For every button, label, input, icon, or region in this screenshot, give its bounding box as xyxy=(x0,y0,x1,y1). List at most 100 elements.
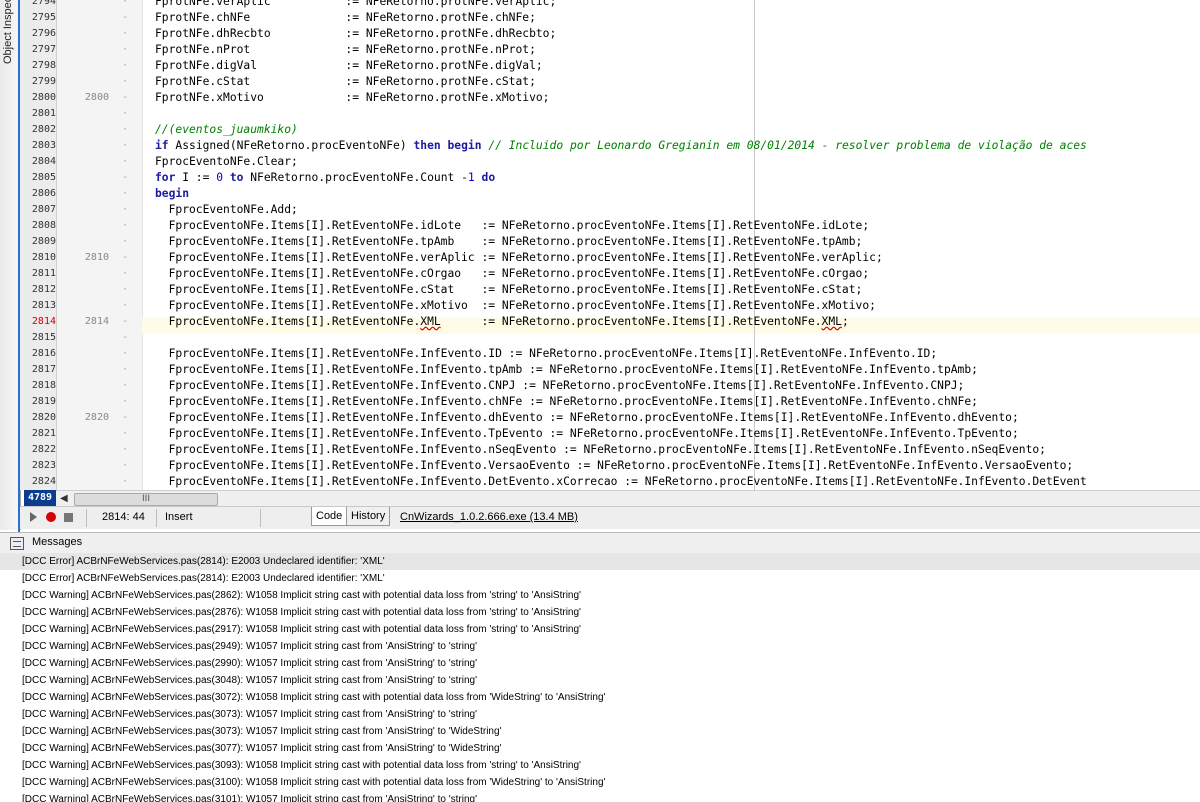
code-line[interactable]: FprocEventoNFe.Items[I].RetEventoNFe.XML… xyxy=(155,314,849,330)
message-item[interactable]: [DCC Warning] ACBrNFeWebServices.pas(307… xyxy=(22,740,501,757)
message-item[interactable]: [DCC Warning] ACBrNFeWebServices.pas(307… xyxy=(22,706,477,723)
code-line[interactable]: FprocEventoNFe.Items[I].RetEventoNFe.Inf… xyxy=(155,362,978,378)
change-mark: · xyxy=(121,284,129,295)
message-item[interactable]: [DCC Warning] ACBrNFeWebServices.pas(299… xyxy=(22,655,477,672)
message-item[interactable]: [DCC Warning] ACBrNFeWebServices.pas(309… xyxy=(22,757,581,774)
message-item[interactable]: [DCC Warning] ACBrNFeWebServices.pas(287… xyxy=(22,604,581,621)
change-mark: - xyxy=(121,316,129,327)
code-editor[interactable]: FprotNFe.verAplic := NFeRetorno.protNFe.… xyxy=(20,0,1200,490)
change-mark: · xyxy=(121,444,129,455)
change-marker: · xyxy=(57,138,142,154)
code-line[interactable]: FprocEventoNFe.Items[I].RetEventoNFe.Inf… xyxy=(155,410,1019,426)
messages-list[interactable]: [DCC Error] ACBrNFeWebServices.pas(2814)… xyxy=(0,553,1200,802)
code-line[interactable]: FprocEventoNFe.Items[I].RetEventoNFe.cSt… xyxy=(155,282,863,298)
scroll-left-icon[interactable]: ◀ xyxy=(60,491,68,507)
code-line[interactable]: FprocEventoNFe.Add; xyxy=(155,202,298,218)
change-marker: · xyxy=(57,58,142,74)
change-marker: 2820 - xyxy=(57,410,142,426)
line-number: 2819 xyxy=(31,396,56,407)
message-item[interactable]: [DCC Warning] ACBrNFeWebServices.pas(294… xyxy=(22,638,477,655)
code-line[interactable]: FprotNFe.verAplic := NFeRetorno.protNFe.… xyxy=(155,0,556,10)
stop-macro-icon[interactable] xyxy=(64,513,73,522)
change-marker: · xyxy=(57,378,142,394)
change-mark: · xyxy=(121,76,129,87)
change-marker-number: 2810 xyxy=(84,252,109,263)
message-item[interactable]: [DCC Warning] ACBrNFeWebServices.pas(286… xyxy=(22,587,581,604)
line-number: 2802 xyxy=(31,124,56,135)
change-mark: · xyxy=(121,348,129,359)
line-number: 2818 xyxy=(31,380,56,391)
code-line[interactable]: FprocEventoNFe.Clear; xyxy=(155,154,298,170)
change-mark: · xyxy=(121,124,129,135)
message-item[interactable]: [DCC Warning] ACBrNFeWebServices.pas(304… xyxy=(22,672,477,689)
change-marker: · xyxy=(57,186,142,202)
cnwizards-link[interactable]: CnWizards_1.0.2.666.exe (13.4 MB) xyxy=(400,511,578,523)
code-line[interactable]: FprotNFe.dhRecbto := NFeRetorno.protNFe.… xyxy=(155,26,556,42)
code-line[interactable]: FprocEventoNFe.Items[I].RetEventoNFe.Inf… xyxy=(155,346,938,362)
message-item[interactable]: [DCC Error] ACBrNFeWebServices.pas(2814)… xyxy=(22,570,385,587)
change-mark: - xyxy=(121,172,129,183)
editor-status-bar: 2814: 44 Insert Code History CnWizards_1… xyxy=(20,506,1200,529)
code-line[interactable]: FprotNFe.cStat := NFeRetorno.protNFe.cSt… xyxy=(155,74,536,90)
line-number: 2797 xyxy=(31,44,56,55)
scrollbar-thumb[interactable]: III xyxy=(74,493,218,506)
tab-history[interactable]: History xyxy=(346,507,391,526)
change-mark: · xyxy=(121,268,129,279)
code-line[interactable]: FprocEventoNFe.Items[I].RetEventoNFe.tpA… xyxy=(155,234,863,250)
play-macro-icon[interactable] xyxy=(30,512,37,522)
code-line[interactable]: FprocEventoNFe.Items[I].RetEventoNFe.cOr… xyxy=(155,266,870,282)
message-item[interactable]: [DCC Warning] ACBrNFeWebServices.pas(291… xyxy=(22,621,581,638)
line-number: 2810 xyxy=(31,252,56,263)
change-marker: · xyxy=(57,74,142,90)
messages-icon xyxy=(10,537,24,550)
message-item[interactable]: [DCC Warning] ACBrNFeWebServices.pas(307… xyxy=(22,723,501,740)
change-marker: · xyxy=(57,298,142,314)
change-marker: · xyxy=(57,474,142,490)
line-number: 2798 xyxy=(31,60,56,71)
line-number: 2795 xyxy=(31,12,56,23)
code-line[interactable]: FprocEventoNFe.Items[I].RetEventoNFe.Inf… xyxy=(155,378,965,394)
record-macro-icon[interactable] xyxy=(46,512,56,522)
code-line[interactable]: //(eventos_juaumkiko) xyxy=(155,122,298,138)
horizontal-scrollbar[interactable]: ◀ III xyxy=(56,490,1200,507)
message-item[interactable]: [DCC Warning] ACBrNFeWebServices.pas(310… xyxy=(22,774,605,791)
change-marker-number: 2800 xyxy=(84,92,109,103)
code-line[interactable]: FprotNFe.digVal := NFeRetorno.protNFe.di… xyxy=(155,58,543,74)
line-count-badge: 4789 xyxy=(24,490,56,506)
line-number: 2820 xyxy=(31,412,56,423)
code-line[interactable]: if Assigned(NFeRetorno.procEventoNFe) th… xyxy=(155,138,1087,154)
change-mark: · xyxy=(121,396,129,407)
line-number: 2812 xyxy=(31,284,56,295)
change-mark: · xyxy=(121,204,129,215)
status-separator xyxy=(260,509,261,527)
change-mark: · xyxy=(121,380,129,391)
code-line[interactable]: FprocEventoNFe.Items[I].RetEventoNFe.xMo… xyxy=(155,298,876,314)
code-line[interactable]: FprocEventoNFe.Items[I].RetEventoNFe.Inf… xyxy=(155,458,1074,474)
line-number: 2822 xyxy=(31,444,56,455)
code-line[interactable]: FprocEventoNFe.Items[I].RetEventoNFe.Inf… xyxy=(155,394,978,410)
tab-code[interactable]: Code xyxy=(311,507,348,526)
code-line[interactable]: FprotNFe.chNFe := NFeRetorno.protNFe.chN… xyxy=(155,10,536,26)
change-marker: - xyxy=(57,170,142,186)
change-marker: 2810 - xyxy=(57,250,142,266)
code-line[interactable]: FprotNFe.xMotivo := NFeRetorno.protNFe.x… xyxy=(155,90,549,106)
code-line[interactable]: FprocEventoNFe.Items[I].RetEventoNFe.Inf… xyxy=(155,442,1046,458)
code-line[interactable]: FprocEventoNFe.Items[I].RetEventoNFe.Inf… xyxy=(155,474,1087,490)
change-mark: · xyxy=(121,156,129,167)
code-line[interactable]: begin xyxy=(155,186,189,202)
change-marker: 2800 - xyxy=(57,90,142,106)
message-item[interactable]: [DCC Warning] ACBrNFeWebServices.pas(310… xyxy=(22,791,477,802)
code-line[interactable]: FprocEventoNFe.Items[I].RetEventoNFe.ver… xyxy=(155,250,883,266)
message-item[interactable]: [DCC Warning] ACBrNFeWebServices.pas(307… xyxy=(22,689,605,706)
change-marker: · xyxy=(57,234,142,250)
code-line[interactable]: FprotNFe.nProt := NFeRetorno.protNFe.nPr… xyxy=(155,42,536,58)
change-mark: - xyxy=(121,412,129,423)
change-mark: · xyxy=(121,28,129,39)
change-mark: · xyxy=(121,220,129,231)
code-line[interactable]: FprocEventoNFe.Items[I].RetEventoNFe.Inf… xyxy=(155,426,1019,442)
code-line[interactable]: for I := 0 to NFeRetorno.procEventoNFe.C… xyxy=(155,170,495,186)
code-line[interactable]: FprocEventoNFe.Items[I].RetEventoNFe.idL… xyxy=(155,218,870,234)
change-marker: · xyxy=(57,442,142,458)
message-item[interactable]: [DCC Error] ACBrNFeWebServices.pas(2814)… xyxy=(0,553,1200,570)
object-inspector-tab[interactable]: Object Inspector xyxy=(0,0,21,800)
